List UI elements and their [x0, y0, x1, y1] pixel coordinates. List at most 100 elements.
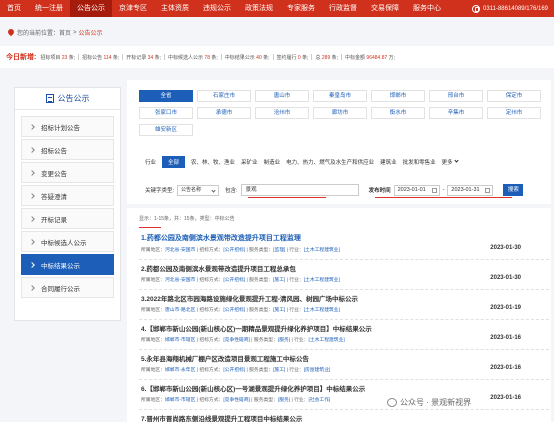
stat-divider: [164, 54, 166, 60]
today-stats-bar: 今日新增: 招标项目 23 条; 招标公告 114 条; 开标记录 34 条; …: [0, 46, 554, 68]
search-button[interactable]: 搜索: [503, 184, 524, 196]
region-dingzhou[interactable]: 定州市: [487, 107, 541, 119]
list-item[interactable]: 5.永年县海翔机械厂棚户区改造项目景观工程施工中标公告 所属地区：邯郸市-永年区…: [139, 350, 549, 380]
list-item-date: 2023-01-19: [490, 305, 521, 311]
industry-utilities[interactable]: 电力、热力、燃气及水生产和供应业: [286, 158, 374, 166]
list-item-title[interactable]: 3.2022年路北区市园海路设施绿化景观提升工程-清风园、树园广场中标公示: [141, 293, 358, 303]
nav-item-violations[interactable]: 违规公示: [196, 0, 238, 17]
region-zhangjiakou[interactable]: 张家口市: [139, 107, 193, 119]
region-qinhuangdao[interactable]: 秦皇岛市: [313, 90, 367, 102]
nav-item-home[interactable]: 首页: [0, 0, 28, 17]
stat-item: 招标项目 23 条;: [40, 54, 76, 61]
section-divider: [127, 204, 551, 208]
sidebar-item-change[interactable]: 变更公告: [21, 162, 114, 183]
list-item-date: 2023-01-30: [490, 245, 521, 251]
industry-retail[interactable]: 批发和零售业: [403, 158, 436, 166]
keyword-input[interactable]: 景观: [240, 184, 359, 196]
keyword-type-select[interactable]: 公告名称: [177, 184, 220, 196]
result-summary: 显示：1-15条，共：15条，类型：中标公告: [139, 216, 235, 222]
stat-item: 开标记录 34 条;: [126, 54, 162, 61]
industry-construction[interactable]: 建筑业: [380, 158, 397, 166]
calendar-icon: [485, 187, 491, 193]
chevron-down-icon: [454, 158, 459, 163]
list-item-title[interactable]: 4.【邯郸市新山公园(新山核心区)一期精品景观提升绿化养护项目】中标结果公示: [141, 323, 372, 333]
chevron-right-icon: [29, 123, 35, 130]
industry-label: 行业: [145, 160, 157, 166]
industry-more[interactable]: 更多: [442, 158, 459, 166]
nav-item-service[interactable]: 服务中心: [406, 0, 448, 17]
nav-item-experts[interactable]: 专家服务: [280, 0, 322, 17]
list-item-title[interactable]: 5.永年县海翔机械厂棚户区改造项目景观工程施工中标公告: [141, 353, 309, 363]
sidebar-item-candidates[interactable]: 中标候选人公示: [21, 231, 114, 252]
keyword-type-label: 关键字类型:: [145, 188, 175, 194]
list-item-meta: 所属地区：河北省-安国市 | 招标方式：[公开招标] | 服务类型：[施工] |…: [141, 278, 340, 283]
chevron-right-icon: [29, 284, 35, 291]
nav-item-policies[interactable]: 政策法规: [238, 0, 280, 17]
nav-item-announcements[interactable]: 公告公示: [70, 0, 112, 17]
region-xiongan[interactable]: 雄安新区: [139, 124, 193, 136]
watermark-text: 公众号 · 景观新视界: [400, 398, 472, 407]
stat-divider: [311, 54, 313, 60]
search-filter-bar: 关键字类型: 公告名称 包含: 景观 发布时间 2023-01-01 - 202…: [145, 182, 550, 198]
breadcrumb-home[interactable]: 首页: [59, 28, 71, 37]
chevron-right-icon: [29, 169, 35, 176]
nav-item-qualification[interactable]: 主体资质: [154, 0, 196, 17]
date-from-input[interactable]: 2023-01-01: [393, 184, 440, 196]
nav-item-guarantee[interactable]: 交易保障: [364, 0, 406, 17]
industry-manufacturing[interactable]: 制造业: [264, 158, 281, 166]
list-item[interactable]: 1.药都公园及南侧滨水景观带改造提升项目工程监理 所属地区：河北省-安国市 | …: [139, 230, 549, 260]
industry-mining[interactable]: 采矿业: [241, 158, 258, 166]
region-chengde[interactable]: 承德市: [197, 107, 251, 119]
today-stats-label: 今日新增:: [6, 54, 37, 61]
publish-time-label: 发布时间: [368, 188, 391, 194]
list-item-title[interactable]: 6.【邯郸市新山公园(新山核心区)一号湖景观提升绿化养护项目】中标结果公示: [141, 383, 365, 393]
chevron-right-icon: [29, 146, 35, 153]
sidebar-list: 招标计划公告 招标公告 变更公告 答疑澄清 开标记录 中标候选人公示 中标结果公…: [15, 110, 120, 298]
nav-item-supervision[interactable]: 行政监督: [322, 0, 364, 17]
nav-item-register[interactable]: 统一注册: [28, 0, 70, 17]
list-item[interactable]: 4.【邯郸市新山公园(新山核心区)一期精品景观提升绿化养护项目】中标结果公示 所…: [139, 320, 549, 350]
list-item-meta: 所属地区：唐山市-路北区 | 招标方式：[公开招标] | 服务类型：[施工] |…: [141, 308, 340, 313]
region-shijiazhuang[interactable]: 石家庄市: [197, 90, 251, 102]
sidebar-item-opening[interactable]: 开标记录: [21, 208, 114, 229]
hotline-number: 0311-88614089/176/169: [483, 5, 548, 12]
sidebar-item-qa[interactable]: 答疑澄清: [21, 185, 114, 206]
region-xinji[interactable]: 辛集市: [429, 107, 483, 119]
region-handan[interactable]: 邯郸市: [371, 90, 425, 102]
stat-divider: [341, 54, 343, 60]
region-baoding[interactable]: 保定市: [487, 90, 541, 102]
industry-agriculture[interactable]: 农、林、牧、渔业: [191, 158, 235, 166]
list-item[interactable]: 3.2022年路北区市园海路设施绿化景观提升工程-清风园、树园广场中标公示 所属…: [139, 290, 549, 320]
list-item[interactable]: 6.【邯郸市新山公园(新山核心区)一号湖景观提升绿化养护项目】中标结果公示 所属…: [139, 380, 549, 410]
sidebar-item-tender[interactable]: 招标公告: [21, 139, 114, 160]
location-pin-icon: [8, 29, 14, 36]
region-hengshui[interactable]: 衡水市: [371, 107, 425, 119]
stat-item: 招标公告 114 条;: [82, 54, 120, 61]
list-item-title[interactable]: 2.药都公园及南侧滨水景观带改造提升项目工程总承包: [141, 263, 296, 273]
sidebar: 公告公示 招标计划公告 招标公告 变更公告 答疑澄清 开标记录 中标候选人公示 …: [14, 87, 121, 321]
list-item-title[interactable]: 7.晋州市晋尚路东侧沿线景观提升工程项目中标结果公示: [141, 413, 302, 422]
region-langfang[interactable]: 廊坊市: [313, 107, 367, 119]
region-xingtai[interactable]: 邢台市: [429, 90, 483, 102]
sidebar-item-plan[interactable]: 招标计划公告: [21, 116, 114, 137]
top-nav: 首页 统一注册 公告公示 京津专区 主体资质 违规公示 政策法规 专家服务 行政…: [0, 0, 554, 17]
list-item-date: 2023-01-30: [490, 275, 521, 281]
stat-divider: [220, 54, 222, 60]
stat-item: 中标金额 96484.87 万;: [345, 54, 396, 61]
sidebar-item-results[interactable]: 中标结果公示: [21, 254, 114, 275]
region-cangzhou[interactable]: 沧州市: [255, 107, 309, 119]
industry-filter: 行业 全部 农、林、牧、渔业 采矿业 制造业 电力、热力、燃气及水生产和供应业 …: [145, 156, 464, 168]
list-item-title[interactable]: 1.药都公园及南侧滨水景观带改造提升项目工程监理: [141, 233, 301, 243]
region-all[interactable]: 全省: [139, 90, 193, 102]
list-item-date: 2023-01-16: [490, 395, 521, 401]
breadcrumb: 您的当前位置： 首页 > 公告公示: [8, 28, 103, 38]
list-item[interactable]: 2.药都公园及南侧滨水景观带改造提升项目工程总承包 所属地区：河北省-安国市 |…: [139, 260, 549, 290]
stat-divider: [122, 54, 124, 60]
main-panel: 全省 石家庄市 唐山市 秦皇岛市 邯郸市 邢台市 保定市 张家口市 承德市 沧州…: [127, 80, 551, 422]
industry-all[interactable]: 全部: [162, 156, 186, 168]
nav-item-jingjin[interactable]: 京津专区: [112, 0, 154, 17]
list-item[interactable]: 7.晋州市晋尚路东侧沿线景观提升工程项目中标结果公示: [139, 410, 549, 422]
date-to-input[interactable]: 2023-01-31: [447, 184, 494, 196]
region-tangshan[interactable]: 唐山市: [255, 90, 309, 102]
sidebar-item-contract[interactable]: 合同履行公示: [21, 277, 114, 298]
